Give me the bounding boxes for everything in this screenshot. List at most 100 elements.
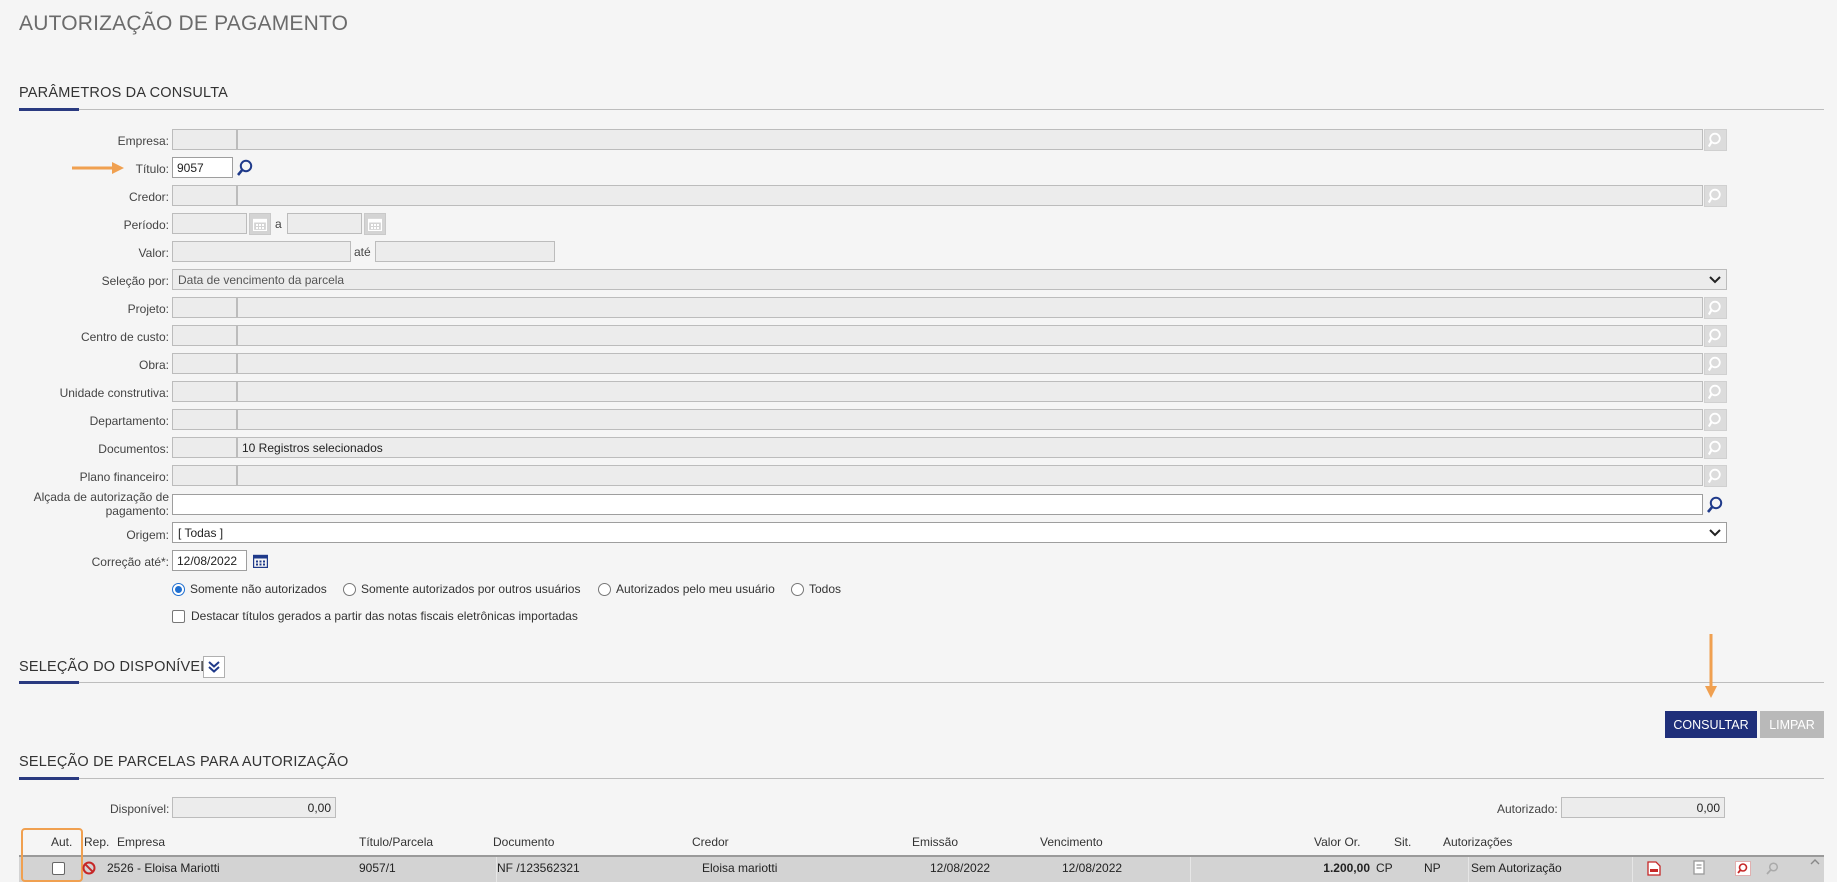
attachment-icon[interactable] bbox=[1692, 860, 1706, 875]
cell-documento: NF /123562321 bbox=[497, 861, 580, 875]
disponivel-value: 0,00 bbox=[172, 797, 336, 818]
valor-separator: até bbox=[354, 245, 371, 259]
periodo-start-input[interactable] bbox=[172, 213, 247, 234]
empresa-label: Empresa: bbox=[117, 134, 169, 148]
empresa-code-input[interactable] bbox=[172, 129, 237, 150]
double-chevron-down-icon bbox=[208, 661, 220, 673]
periodo-start-calendar-icon[interactable] bbox=[249, 213, 271, 235]
cell-vencimento: 12/08/2022 bbox=[1062, 861, 1123, 875]
cell-divider bbox=[1190, 857, 1191, 882]
th-rep: Rep. bbox=[84, 835, 110, 849]
radio-somente-autorizados-outros[interactable]: Somente autorizados por outros usuários bbox=[343, 582, 580, 596]
origem-select[interactable]: [ Todas ] bbox=[172, 522, 1727, 543]
zoom-icon[interactable] bbox=[1765, 861, 1780, 876]
plano-name-input[interactable] bbox=[237, 465, 1703, 486]
radio-todos[interactable]: Todos bbox=[791, 582, 841, 596]
credor-code-input[interactable] bbox=[172, 185, 237, 206]
empresa-search-icon[interactable] bbox=[1704, 129, 1727, 151]
section-title-params: PARÂMETROS DA CONSULTA bbox=[19, 85, 229, 101]
obra-search-icon[interactable] bbox=[1704, 353, 1727, 375]
origem-value: [ Todas ] bbox=[178, 525, 224, 540]
periodo-separator: a bbox=[275, 217, 282, 231]
plano-label: Plano financeiro: bbox=[79, 470, 169, 484]
section-divider bbox=[19, 682, 1824, 683]
destacar-checkbox-row[interactable]: Destacar títulos gerados a partir das no… bbox=[172, 609, 578, 623]
obra-name-input[interactable] bbox=[237, 353, 1703, 374]
expand-section-button[interactable] bbox=[203, 656, 225, 678]
cell-credor: Eloisa mariotti bbox=[702, 861, 778, 875]
centro-search-icon[interactable] bbox=[1704, 325, 1727, 347]
scroll-up-icon[interactable] bbox=[1810, 858, 1820, 866]
titulo-input[interactable]: 9057 bbox=[172, 157, 233, 178]
th-emissao: Emissão bbox=[912, 835, 959, 849]
cell-valor: 1.200,00 bbox=[1323, 861, 1370, 875]
row-aut-checkbox[interactable] bbox=[52, 862, 65, 875]
centro-name-input[interactable] bbox=[237, 325, 1703, 346]
radio-button[interactable] bbox=[343, 582, 356, 596]
radio-button[interactable] bbox=[598, 582, 611, 596]
projeto-search-icon[interactable] bbox=[1704, 297, 1727, 319]
selecao-label: Seleção por: bbox=[101, 274, 169, 288]
radio-button[interactable] bbox=[172, 582, 185, 596]
unidade-search-icon[interactable] bbox=[1704, 381, 1727, 403]
destacar-label: Destacar títulos gerados a partir das no… bbox=[191, 609, 578, 623]
documentos-code-input[interactable] bbox=[172, 437, 237, 458]
departamento-name-input[interactable] bbox=[237, 409, 1703, 430]
page-title: AUTORIZAÇÃO DE PAGAMENTO bbox=[19, 12, 349, 35]
credor-label: Credor: bbox=[128, 190, 169, 204]
departamento-code-input[interactable] bbox=[172, 409, 237, 430]
section-divider bbox=[19, 778, 1824, 779]
alcada-input[interactable] bbox=[172, 494, 1703, 515]
documentos-name-input[interactable]: 10 Registros selecionados bbox=[237, 437, 1703, 458]
consultar-button[interactable]: CONSULTAR bbox=[1665, 711, 1757, 738]
radio-button[interactable] bbox=[791, 582, 804, 596]
credor-name-input[interactable] bbox=[237, 185, 1703, 206]
correcao-input[interactable]: 12/08/2022 bbox=[172, 550, 247, 571]
projeto-name-input[interactable] bbox=[237, 297, 1703, 318]
obra-code-input[interactable] bbox=[172, 353, 237, 374]
empresa-name-input[interactable] bbox=[237, 129, 1703, 150]
unidade-name-input[interactable] bbox=[237, 381, 1703, 402]
unidade-code-input[interactable] bbox=[172, 381, 237, 402]
projeto-code-input[interactable] bbox=[172, 297, 237, 318]
arrow-annotation-icon bbox=[1705, 634, 1717, 698]
plano-search-icon[interactable] bbox=[1704, 465, 1727, 487]
section-title-parcelas: SELEÇÃO DE PARCELAS PARA AUTORIZAÇÃO bbox=[19, 754, 349, 770]
section-accent bbox=[19, 681, 79, 684]
departamento-label: Departamento: bbox=[89, 414, 169, 428]
credor-search-icon[interactable] bbox=[1704, 185, 1727, 207]
centro-code-input[interactable] bbox=[172, 325, 237, 346]
valor-max-input[interactable] bbox=[375, 241, 555, 262]
titulo-label: Título: bbox=[135, 162, 169, 176]
documentos-search-icon[interactable] bbox=[1704, 437, 1727, 459]
cell-empresa: 2526 - Eloisa Mariotti bbox=[107, 861, 220, 875]
cell-sit: CP bbox=[1376, 861, 1393, 875]
cell-divider bbox=[1468, 857, 1469, 882]
titulo-search-icon[interactable] bbox=[234, 157, 256, 179]
valor-min-input[interactable] bbox=[172, 241, 351, 262]
valor-label: Valor: bbox=[138, 246, 169, 260]
correcao-calendar-icon[interactable] bbox=[249, 550, 271, 572]
limpar-button[interactable]: LIMPAR bbox=[1760, 711, 1824, 738]
th-documento: Documento bbox=[493, 835, 555, 849]
plano-code-input[interactable] bbox=[172, 465, 237, 486]
radio-autorizados-meu-usuario[interactable]: Autorizados pelo meu usuário bbox=[598, 582, 775, 596]
th-sit: Sit. bbox=[1394, 835, 1412, 849]
periodo-end-input[interactable] bbox=[287, 213, 362, 234]
pdf-icon[interactable] bbox=[1647, 861, 1661, 876]
alcada-label: Alçada de autorização de pagamento: bbox=[34, 490, 169, 518]
periodo-label: Período: bbox=[123, 218, 169, 232]
selecao-select[interactable]: Data de vencimento da parcela bbox=[172, 269, 1727, 290]
section-divider bbox=[19, 109, 1824, 110]
departamento-search-icon[interactable] bbox=[1704, 409, 1727, 431]
autorizado-label: Autorizado: bbox=[1497, 802, 1558, 816]
radio-label: Somente não autorizados bbox=[190, 582, 327, 596]
projeto-label: Projeto: bbox=[127, 302, 169, 316]
alcada-search-icon[interactable] bbox=[1704, 494, 1726, 516]
radio-somente-nao-autorizados[interactable]: Somente não autorizados bbox=[172, 582, 327, 596]
periodo-end-calendar-icon[interactable] bbox=[364, 213, 386, 235]
destacar-checkbox[interactable] bbox=[172, 609, 185, 623]
search-icon[interactable] bbox=[1735, 861, 1751, 876]
th-empresa: Empresa bbox=[117, 835, 166, 849]
radio-label: Autorizados pelo meu usuário bbox=[616, 582, 775, 596]
